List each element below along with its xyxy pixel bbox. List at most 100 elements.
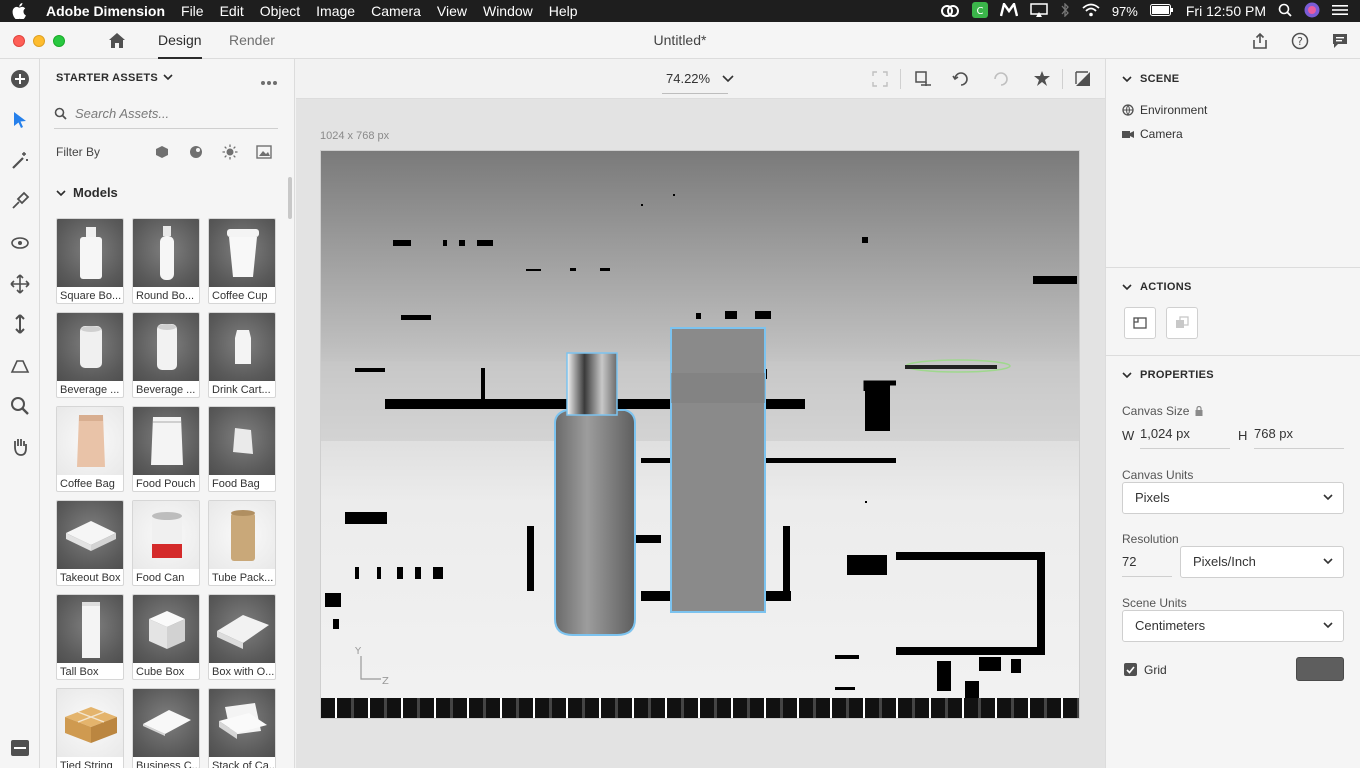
round-bottle-icon	[160, 226, 174, 280]
asset-card-tube-package[interactable]: Tube Pack...	[208, 500, 276, 586]
asset-card-tied-string[interactable]: Tied String	[56, 688, 124, 768]
scene-header[interactable]: SCENE	[1140, 73, 1179, 85]
asset-card-food-pouch[interactable]: Food Pouch	[132, 406, 200, 492]
match-image-button[interactable]	[1166, 307, 1198, 339]
menu-image[interactable]: Image	[308, 3, 363, 19]
apple-icon[interactable]	[0, 3, 38, 19]
lock-icon[interactable]	[1195, 406, 1203, 416]
bluetooth-icon[interactable]	[1060, 1, 1070, 20]
add-icon[interactable]	[8, 67, 32, 91]
models-section-header[interactable]: Models	[56, 185, 118, 200]
app-name-menu[interactable]: Adobe Dimension	[38, 3, 173, 19]
minimize-window-button[interactable]	[33, 35, 45, 47]
malwarebytes-icon[interactable]	[999, 0, 1018, 20]
menu-camera[interactable]: Camera	[363, 3, 429, 19]
move-tool-icon[interactable]	[8, 272, 32, 296]
menu-help[interactable]: Help	[541, 3, 586, 19]
menu-window[interactable]: Window	[475, 3, 541, 19]
select-tool-icon[interactable]	[8, 108, 32, 132]
siri-icon[interactable]	[1304, 2, 1320, 21]
rotate-icon[interactable]	[952, 70, 970, 88]
asset-card-food-bag[interactable]: Food Bag	[208, 406, 276, 492]
assets-header[interactable]: STARTER ASSETS	[56, 72, 173, 84]
assets-scrollbar[interactable]	[288, 177, 292, 219]
menu-file[interactable]: File	[173, 3, 212, 19]
asset-card-food-can[interactable]: Food Can	[132, 500, 200, 586]
canvas-units-select[interactable]: Pixels	[1122, 482, 1344, 514]
scene-item-camera[interactable]: Camera	[1122, 127, 1183, 141]
battery-icon[interactable]	[1149, 3, 1174, 19]
zoom-tool-icon[interactable]	[8, 394, 32, 418]
zoom-window-button[interactable]	[53, 35, 65, 47]
group-light-icon[interactable]	[1033, 70, 1051, 88]
lights-filter-icon[interactable]	[221, 143, 239, 161]
sync-app-icon[interactable]: C	[971, 1, 988, 21]
resolution-field[interactable]: 72	[1122, 547, 1172, 577]
tab-render[interactable]: Render	[229, 22, 275, 59]
ground-plane-icon[interactable]	[1074, 70, 1092, 88]
asset-card-coffee-cup[interactable]: Coffee Cup	[208, 218, 276, 304]
creative-cloud-icon[interactable]	[940, 3, 960, 20]
chevron-down-icon[interactable]	[1122, 74, 1132, 84]
scene-item-environment[interactable]: Environment	[1122, 103, 1207, 117]
frame-selection-icon[interactable]	[871, 70, 889, 88]
clock[interactable]: Fri 12:50 PM	[1186, 3, 1266, 19]
models-filter-icon[interactable]	[153, 143, 171, 161]
asset-label: Tube Pack...	[212, 572, 274, 584]
scene-units-select[interactable]: Centimeters	[1122, 610, 1344, 642]
resolution-unit-select[interactable]: Pixels/Inch	[1180, 546, 1344, 578]
chevron-down-icon	[1323, 622, 1333, 629]
airplay-icon[interactable]	[1030, 2, 1048, 20]
asset-card-box-open[interactable]: Box with O...	[208, 594, 276, 680]
sample-tool-icon[interactable]	[8, 189, 32, 213]
share-icon[interactable]	[1250, 31, 1270, 51]
actions-header[interactable]: ACTIONS	[1140, 281, 1192, 293]
asset-card-coffee-bag[interactable]: Coffee Bag	[56, 406, 124, 492]
tube-package-icon	[231, 510, 255, 561]
close-window-button[interactable]	[13, 35, 25, 47]
grid-color-swatch[interactable]	[1296, 657, 1344, 681]
asset-card-round-bottle[interactable]: Round Bo...	[132, 218, 200, 304]
asset-card-drink-carton[interactable]: Drink Cart...	[208, 312, 276, 398]
asset-card-beverage-can-2[interactable]: Beverage ...	[132, 312, 200, 398]
orbit-tool-icon[interactable]	[8, 231, 32, 255]
asset-card-card-stack[interactable]: Stack of Ca...	[208, 688, 276, 768]
properties-header[interactable]: PROPERTIES	[1140, 369, 1214, 381]
tab-design[interactable]: Design	[158, 22, 202, 59]
height-field[interactable]: 768 px	[1254, 419, 1344, 449]
zoom-level[interactable]: 74.22%	[666, 71, 734, 86]
asset-card-business-card[interactable]: Business C...	[132, 688, 200, 768]
menu-edit[interactable]: Edit	[212, 3, 252, 19]
perspective-tool-icon[interactable]	[8, 353, 32, 377]
home-icon[interactable]	[107, 30, 127, 50]
search-assets-field[interactable]: Search Assets...	[54, 99, 278, 129]
materials-filter-icon[interactable]	[187, 143, 205, 161]
chevron-down-icon[interactable]	[1122, 282, 1132, 292]
spotlight-search-icon[interactable]	[1278, 3, 1292, 20]
asset-card-tall-box[interactable]: Tall Box	[56, 594, 124, 680]
notification-center-icon[interactable]	[1332, 3, 1348, 19]
magic-wand-icon[interactable]	[8, 149, 32, 173]
grid-checkbox[interactable]	[1124, 663, 1137, 676]
more-options-icon[interactable]	[260, 73, 278, 91]
asset-card-takeout-box[interactable]: Takeout Box	[56, 500, 124, 586]
render-canvas[interactable]: Y Z	[320, 150, 1080, 719]
menu-view[interactable]: View	[429, 3, 475, 19]
asset-card-cube-box[interactable]: Cube Box	[132, 594, 200, 680]
help-icon[interactable]: ?	[1290, 31, 1310, 51]
search-assets-input[interactable]: Search Assets...	[75, 106, 169, 121]
align-drop-icon[interactable]	[914, 70, 932, 88]
chevron-down-icon[interactable]	[1122, 370, 1132, 380]
panel-toggle-icon[interactable]	[8, 736, 32, 760]
feedback-chat-icon[interactable]	[1330, 31, 1350, 51]
wifi-icon[interactable]	[1082, 3, 1100, 20]
asset-card-beverage-can[interactable]: Beverage ...	[56, 312, 124, 398]
vertical-move-icon[interactable]	[8, 312, 32, 336]
crop-canvas-button[interactable]	[1124, 307, 1156, 339]
hand-tool-icon[interactable]	[8, 434, 32, 458]
menu-object[interactable]: Object	[252, 3, 308, 19]
images-filter-icon[interactable]	[255, 143, 273, 161]
reset-transform-icon[interactable]	[992, 70, 1010, 88]
asset-card-square-bottle[interactable]: Square Bo...	[56, 218, 124, 304]
width-field[interactable]: 1,024 px	[1140, 419, 1230, 449]
